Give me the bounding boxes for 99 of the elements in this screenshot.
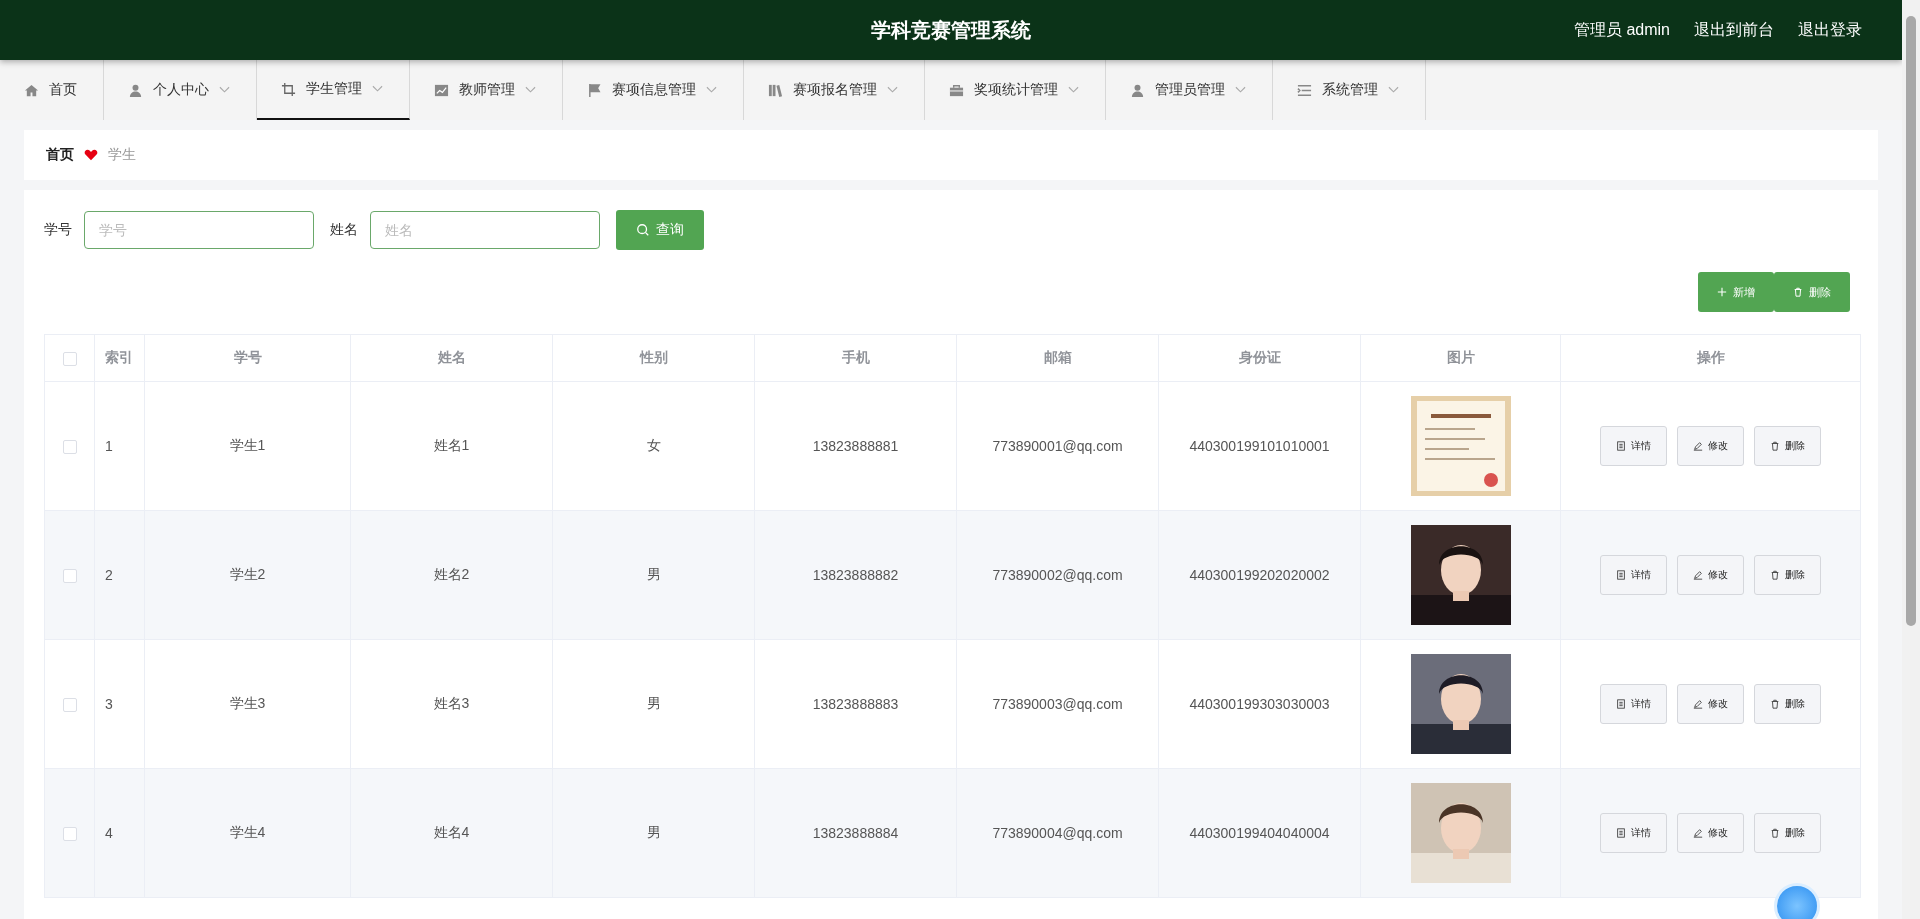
table-cell: 4 [94, 768, 145, 898]
column-header: 索引 [94, 334, 145, 382]
app-title: 学科竞赛管理系统 [871, 17, 1031, 43]
flag-icon [587, 82, 602, 98]
books-icon [768, 82, 783, 98]
search-icon [636, 223, 650, 237]
table-cell: 姓名3 [350, 639, 553, 769]
table-cell: 13823888882 [754, 510, 957, 640]
pencil-icon [1693, 699, 1703, 709]
document-icon [1616, 441, 1626, 451]
trash-icon [1770, 699, 1780, 709]
table-cell: 姓名4 [350, 768, 553, 898]
table-cell: 773890004@qq.com [956, 768, 1159, 898]
edit-button[interactable]: 修改 [1677, 684, 1744, 724]
pencil-icon [1693, 570, 1703, 580]
home-icon [24, 82, 39, 98]
nav-tab[interactable]: 赛项报名管理 [744, 60, 925, 120]
table-cell: 学生1 [144, 381, 351, 511]
table-cell: 1 [94, 381, 145, 511]
table-cell: 男 [552, 510, 755, 640]
breadcrumb-current: 学生 [108, 146, 136, 164]
row-checkbox[interactable] [62, 698, 77, 713]
list-icon [1297, 82, 1312, 98]
table-cell: 姓名2 [350, 510, 553, 640]
trash-icon [1770, 570, 1780, 580]
table-cell: 学生2 [144, 510, 351, 640]
trash-icon [1793, 287, 1803, 297]
user-label: 管理员 admin [1573, 19, 1670, 40]
user-icon [1130, 82, 1145, 98]
column-header: 姓名 [350, 334, 553, 382]
document-icon [1616, 699, 1626, 709]
table-cell: 女 [552, 381, 755, 511]
row-checkbox[interactable] [62, 569, 77, 584]
nav-tab[interactable]: 奖项统计管理 [925, 60, 1106, 120]
table-cell: 773890001@qq.com [956, 381, 1159, 511]
details-button[interactable]: 详情 [1600, 684, 1667, 724]
document-icon [1616, 828, 1626, 838]
table-cell: 773890003@qq.com [956, 639, 1159, 769]
pencil-icon [1693, 441, 1703, 451]
table-cell: 男 [552, 639, 755, 769]
crop-icon [281, 81, 296, 97]
details-button[interactable]: 详情 [1600, 426, 1667, 466]
user-icon [128, 82, 143, 98]
delete-button[interactable]: 删除 [1754, 813, 1821, 853]
column-header: 身份证 [1158, 334, 1361, 382]
briefcase-icon [949, 82, 964, 98]
table-cell: 773890002@qq.com [956, 510, 1159, 640]
details-button[interactable]: 详情 [1600, 555, 1667, 595]
table-cell: 440300199101010001 [1158, 381, 1361, 511]
edit-button[interactable]: 修改 [1677, 426, 1744, 466]
nav-tab[interactable]: 首页 [0, 60, 104, 120]
trash-icon [1770, 441, 1780, 451]
nav-tab[interactable]: 个人中心 [104, 60, 257, 120]
header-link[interactable]: 退出到前台 [1694, 19, 1774, 41]
select-all-checkbox[interactable] [62, 352, 77, 367]
column-header: 操作 [1560, 334, 1861, 382]
row-checkbox[interactable] [62, 827, 77, 842]
table-cell: 440300199303030003 [1158, 639, 1361, 769]
table-cell: 13823888881 [754, 381, 957, 511]
pencil-icon [1693, 828, 1703, 838]
column-header: 手机 [754, 334, 957, 382]
table-cell: 男 [552, 768, 755, 898]
row-checkbox[interactable] [62, 440, 77, 455]
heart-icon [84, 149, 98, 161]
trash-icon [1770, 828, 1780, 838]
search-field[interactable]: 学号 [84, 211, 314, 249]
table-cell: 学生4 [144, 768, 351, 898]
edit-button[interactable]: 修改 [1677, 813, 1744, 853]
nav-tab[interactable]: 赛项信息管理 [563, 60, 744, 120]
table-cell: 13823888883 [754, 639, 957, 769]
table-cell: 3 [94, 639, 145, 769]
details-button[interactable]: 详情 [1600, 813, 1667, 853]
search-field[interactable]: 姓名 [370, 211, 600, 249]
table-cell: 学生3 [144, 639, 351, 769]
column-header: 学号 [144, 334, 351, 382]
delete-button[interactable]: 删除 [1754, 426, 1821, 466]
document-icon [1616, 570, 1626, 580]
scrollbar[interactable] [1902, 0, 1920, 919]
plus-icon [1717, 287, 1727, 297]
field-label: 姓名 [330, 221, 358, 239]
table-cell: 440300199202020002 [1158, 510, 1361, 640]
chart-icon [434, 82, 449, 98]
edit-button[interactable]: 修改 [1677, 555, 1744, 595]
table-cell: 姓名1 [350, 381, 553, 511]
nav-tab[interactable]: 管理员管理 [1106, 60, 1273, 120]
column-header: 邮箱 [956, 334, 1159, 382]
column-header: 图片 [1360, 334, 1561, 382]
table-cell: 440300199404040004 [1158, 768, 1361, 898]
column-header: 性别 [552, 334, 755, 382]
delete-button[interactable]: 删除 [1754, 684, 1821, 724]
nav-tab[interactable]: 系统管理 [1273, 60, 1426, 120]
nav-tab[interactable]: 学生管理 [257, 60, 410, 120]
delete-button[interactable]: 删除 [1754, 555, 1821, 595]
table-cell: 13823888884 [754, 768, 957, 898]
header-link[interactable]: 退出登录 [1798, 19, 1862, 41]
field-label: 学号 [44, 221, 72, 239]
table-cell: 2 [94, 510, 145, 640]
nav-tab[interactable]: 教师管理 [410, 60, 563, 120]
breadcrumb-link[interactable]: 首页 [46, 146, 74, 164]
